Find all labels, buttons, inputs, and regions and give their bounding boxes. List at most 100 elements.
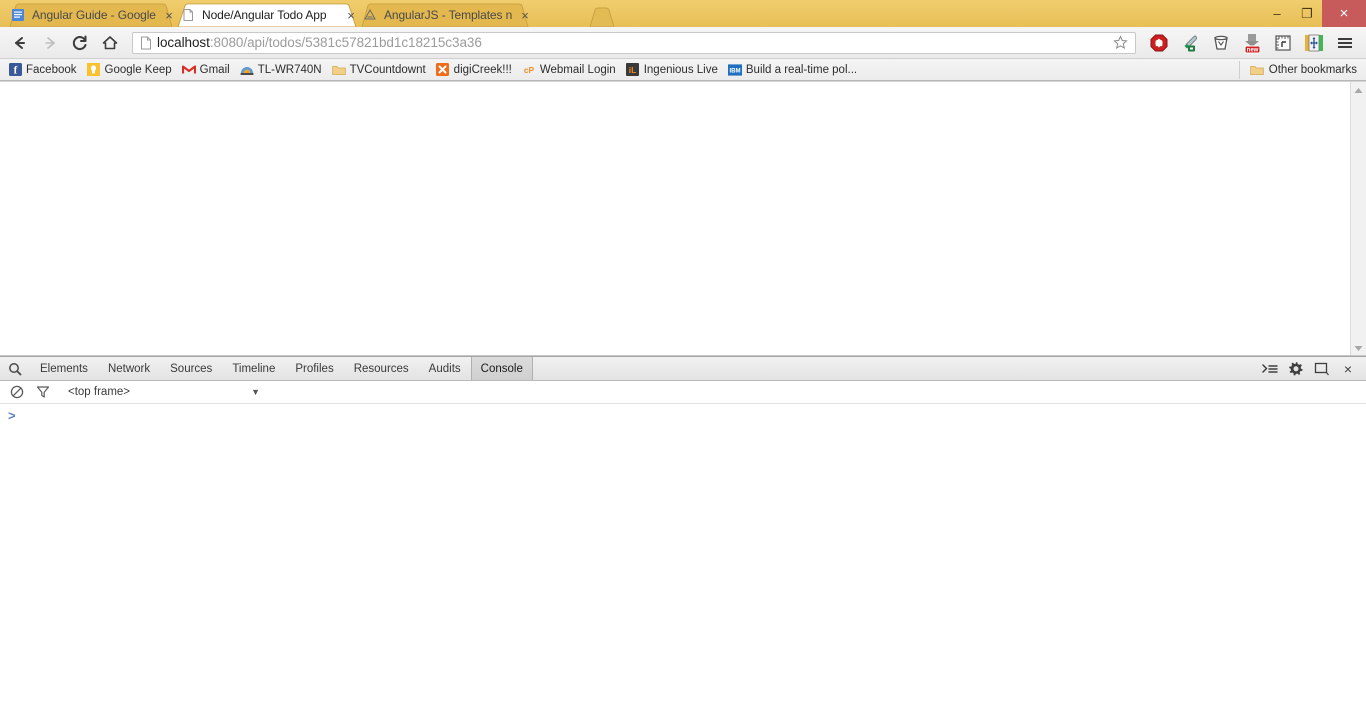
drawer-toggle-icon[interactable] — [1258, 358, 1282, 380]
dock-window-icon[interactable] — [1310, 358, 1334, 380]
navigation-toolbar: localhost:8080/api/todos/5381c57821bd1c1… — [0, 27, 1366, 59]
other-bookmarks-label: Other bookmarks — [1268, 64, 1357, 76]
browser-title-bar: Angular Guide - Google D × Node/Angular … — [0, 0, 1366, 27]
router-icon — [240, 63, 254, 77]
tab-strip: Angular Guide - Google D × Node/Angular … — [0, 0, 529, 27]
devtools-tab-console[interactable]: Console — [470, 357, 533, 380]
bookmark-star-icon[interactable] — [1109, 35, 1131, 50]
other-bookmarks-button[interactable]: Other bookmarks — [1238, 61, 1362, 79]
page-icon — [137, 35, 155, 51]
bookmark-gmail[interactable]: Gmail — [178, 61, 236, 79]
doc-blue-icon — [10, 7, 26, 23]
svg-text:new: new — [1247, 47, 1259, 53]
browser-tab-angular-guide[interactable]: Angular Guide - Google D × — [0, 3, 182, 27]
bookmark-build-realtime-poll[interactable]: IBM Build a real-time pol... — [724, 61, 863, 79]
page-content — [0, 82, 1350, 356]
browser-tab-angularjs-templates[interactable]: AngularJS - Templates no × — [352, 3, 538, 27]
browser-tab-node-angular-todo-app[interactable]: Node/Angular Todo App × — [170, 3, 364, 27]
scroll-down-arrow-icon[interactable] — [1351, 340, 1366, 356]
folder-icon — [331, 63, 346, 77]
tab-close-button[interactable]: × — [518, 8, 532, 22]
bookmark-tvcountdownt[interactable]: TVCountdownt — [328, 61, 432, 79]
console-filter-bar: <top frame> ▼ — [0, 381, 1366, 404]
console-input[interactable] — [16, 409, 1366, 423]
tab-title: AngularJS - Templates no — [384, 8, 512, 22]
cpanel-icon: cP — [522, 63, 536, 77]
download-new-icon[interactable]: new — [1237, 30, 1267, 56]
devtools-tab-audits[interactable]: Audits — [419, 357, 471, 380]
devtools-tab-resources[interactable]: Resources — [344, 357, 419, 380]
adblock-icon[interactable] — [1144, 30, 1174, 56]
bookmark-label: Build a real-time pol... — [745, 63, 858, 76]
execution-context-value: <top frame> — [68, 386, 131, 398]
devtools-toolbar: Elements Network Sources Timeline Profil… — [0, 357, 1366, 381]
home-button[interactable] — [96, 30, 124, 56]
page-viewport — [0, 81, 1366, 356]
filter-icon[interactable] — [32, 382, 54, 402]
extension-icons: new — [1144, 30, 1360, 56]
page-blank-icon — [180, 7, 196, 23]
facebook-icon: f — [8, 63, 22, 77]
viewport-divider — [0, 355, 1366, 356]
svg-text:iL: iL — [629, 65, 637, 75]
address-bar-url[interactable]: localhost:8080/api/todos/5381c57821bd1c1… — [155, 35, 1109, 50]
ruler-icon[interactable] — [1268, 30, 1298, 56]
devtools-tab-timeline[interactable]: Timeline — [222, 357, 285, 380]
digicreek-icon — [436, 63, 450, 77]
devtools-tab-network[interactable]: Network — [98, 357, 160, 380]
tab-close-button[interactable]: × — [162, 8, 176, 22]
execution-context-selector[interactable]: <top frame> ▼ — [66, 386, 266, 398]
hamburger-menu-icon[interactable] — [1330, 30, 1360, 56]
gmail-icon — [181, 63, 196, 77]
bookmark-google-keep[interactable]: Google Keep — [83, 61, 178, 79]
devtools-panel: Elements Network Sources Timeline Profil… — [0, 356, 1366, 728]
console-output-area[interactable]: > — [0, 404, 1366, 728]
bookmark-label: Facebook — [26, 63, 77, 76]
clear-console-icon[interactable] — [6, 382, 28, 402]
devtools-tab-elements[interactable]: Elements — [30, 357, 98, 380]
new-tab-button[interactable] — [588, 6, 616, 27]
reload-button[interactable] — [66, 30, 94, 56]
forward-button[interactable] — [36, 30, 64, 56]
devtools-toolbar-actions: × — [1258, 357, 1366, 380]
minimize-button[interactable]: – — [1262, 0, 1292, 27]
folder-icon — [1250, 63, 1264, 77]
close-icon[interactable]: × — [1336, 358, 1360, 380]
bookmark-label: Gmail — [199, 63, 230, 76]
bookmark-facebook[interactable]: f Facebook — [4, 61, 83, 79]
close-window-button[interactable]: × — [1322, 0, 1366, 27]
bookmark-webmail-login[interactable]: cP Webmail Login — [518, 61, 622, 79]
console-prompt-row[interactable]: > — [0, 404, 1366, 423]
bookmark-label: Google Keep — [104, 63, 172, 76]
restore-button[interactable]: ❐ — [1292, 0, 1322, 27]
ibm-icon: IBM — [727, 63, 742, 77]
bookmark-digicreek[interactable]: digiCreek!!! — [432, 61, 518, 79]
url-path: :8080/api/todos/5381c57821bd1c18215c3a36 — [209, 35, 482, 50]
search-icon[interactable] — [0, 357, 30, 380]
url-host: localhost — [157, 35, 210, 50]
scroll-up-arrow-icon[interactable] — [1351, 82, 1366, 98]
window-controls: – ❐ × — [1262, 0, 1366, 27]
google-keep-icon — [87, 63, 101, 77]
console-prompt-caret-icon: > — [8, 408, 16, 423]
devtools-tab-profiles[interactable]: Profiles — [285, 357, 343, 380]
tab-title: Angular Guide - Google D — [32, 8, 156, 22]
eyedropper-icon[interactable] — [1175, 30, 1205, 56]
svg-text:IBM: IBM — [729, 68, 740, 74]
bookmark-label: digiCreek!!! — [453, 63, 512, 76]
bookmark-label: Webmail Login — [539, 63, 616, 76]
address-bar[interactable]: localhost:8080/api/todos/5381c57821bd1c1… — [132, 31, 1136, 54]
bookmark-tl-wr740n[interactable]: TL-WR740N — [236, 61, 328, 79]
bucket-icon[interactable] — [1206, 30, 1236, 56]
tab-close-button[interactable]: × — [344, 8, 358, 22]
bookmark-ingenious-live[interactable]: iL Ingenious Live — [622, 61, 724, 79]
bookmark-label: TL-WR740N — [257, 63, 322, 76]
back-button[interactable] — [6, 30, 34, 56]
gear-icon[interactable] — [1284, 358, 1308, 380]
svg-text:cP: cP — [524, 65, 535, 75]
page-vertical-scrollbar[interactable] — [1350, 82, 1366, 356]
devtools-tab-list: Elements Network Sources Timeline Profil… — [30, 357, 533, 380]
devtools-tab-sources[interactable]: Sources — [160, 357, 222, 380]
resize-icon[interactable] — [1299, 30, 1329, 56]
bookmark-label: TVCountdownt — [349, 63, 426, 76]
